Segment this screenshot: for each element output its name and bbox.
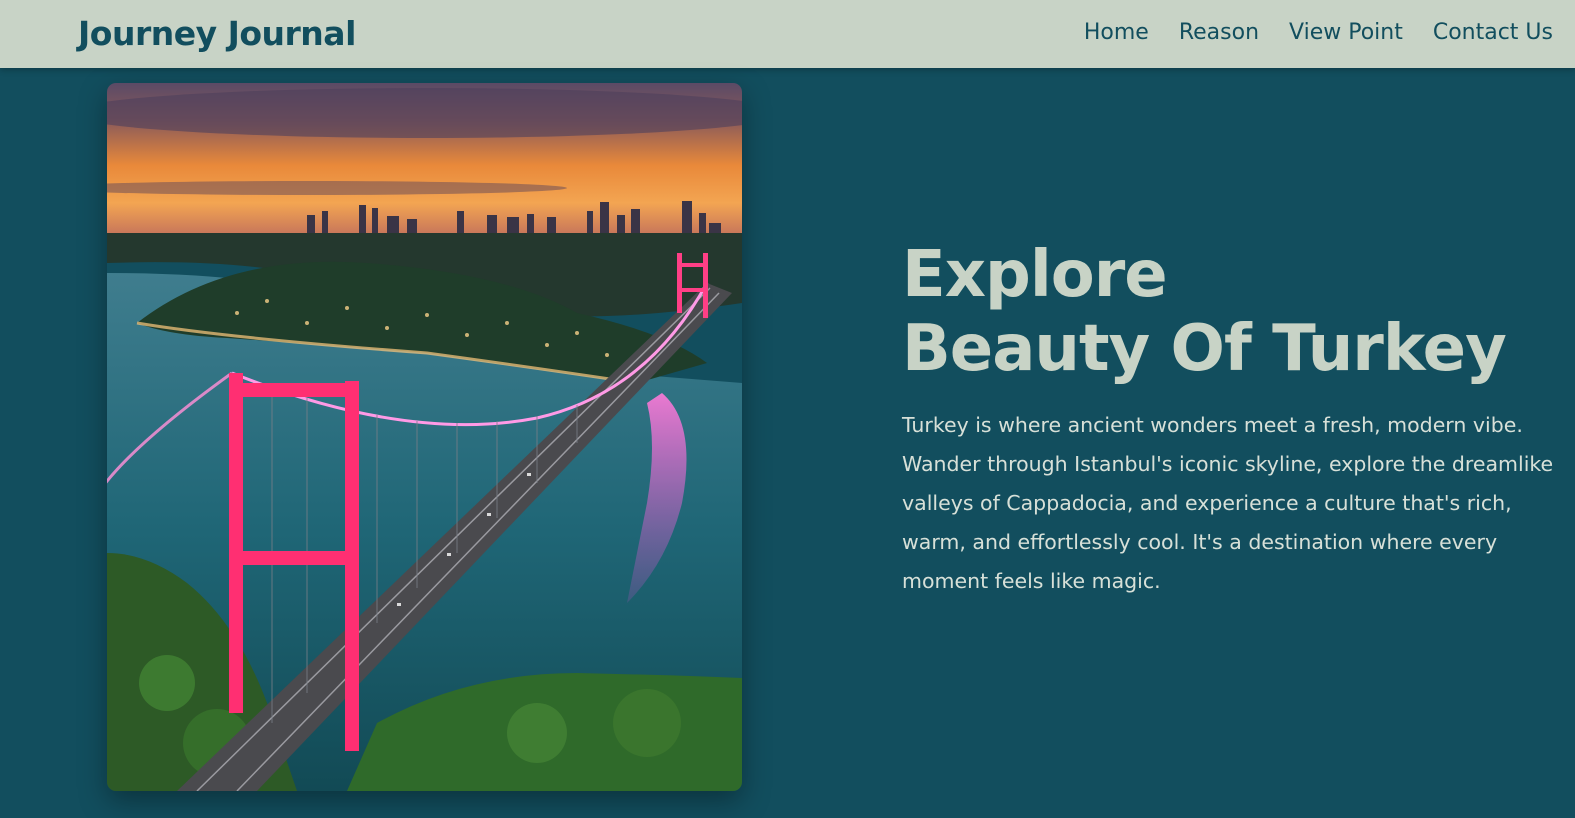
nav-link-view-point[interactable]: View Point (1289, 20, 1403, 45)
nav-link-reason[interactable]: Reason (1179, 20, 1259, 45)
hero-image (107, 83, 742, 791)
nav-link-home[interactable]: Home (1084, 20, 1149, 45)
nav-link-contact-us[interactable]: Contact Us (1433, 20, 1553, 45)
navbar: Journey Journal Home Reason View Point C… (0, 0, 1575, 68)
hero-title: Explore Beauty Of Turkey (902, 238, 1562, 386)
hero-section: Explore Beauty Of Turkey Turkey is where… (902, 238, 1562, 601)
hero-title-line-1: Explore (902, 238, 1168, 312)
main-nav: Home Reason View Point Contact Us (1084, 20, 1553, 45)
brand-logo-text[interactable]: Journey Journal (78, 14, 356, 53)
hero-title-line-2: Beauty Of Turkey (902, 312, 1507, 386)
hero-description: Turkey is where ancient wonders meet a f… (902, 413, 1554, 593)
